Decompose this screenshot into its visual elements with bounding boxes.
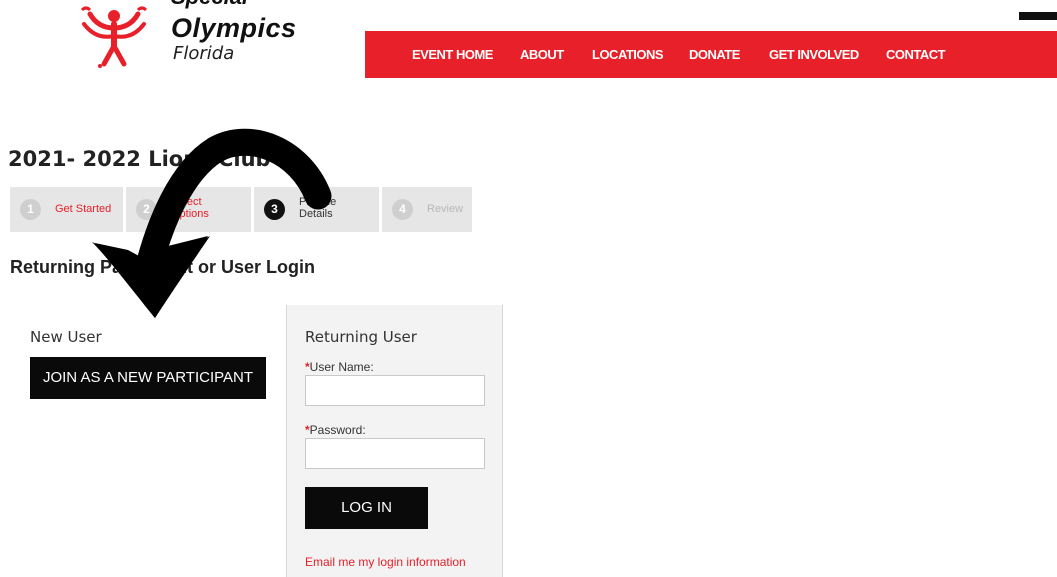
join-new-participant-button[interactable]: JOIN AS A NEW PARTICIPANT (30, 357, 266, 399)
nav-contact[interactable]: CONTACT (886, 47, 946, 62)
step-label: Review (427, 203, 464, 215)
email-login-info-link[interactable]: Email me my login information (305, 555, 466, 569)
nav-get-involved[interactable]: GET INVOLVED (769, 47, 859, 62)
login-button[interactable]: LOG IN (305, 487, 428, 529)
nav-locations[interactable]: LOCATIONS (592, 47, 664, 62)
step-label: Select Options (171, 196, 209, 220)
page-title: 2021- 2022 Lions Club (8, 147, 271, 171)
nav-about[interactable]: ABOUT (520, 47, 564, 62)
login-section-heading: Returning Participant or User Login (10, 257, 316, 277)
step-review: 4 Review (382, 187, 472, 232)
step-get-started[interactable]: 1 Get Started (10, 187, 123, 232)
step-number: 3 (264, 199, 285, 220)
new-user-label: New User (30, 328, 102, 346)
logo-line-special: Special (171, 0, 248, 10)
logo-line-florida: Florida (173, 43, 235, 64)
username-label: *User Name: (305, 360, 374, 374)
step-number: 1 (20, 199, 41, 220)
nav-event-home[interactable]: EVENT HOME (412, 47, 493, 62)
menu-toggle-bar[interactable] (1019, 12, 1057, 20)
password-label-text: Password: (309, 423, 366, 437)
step-select-options[interactable]: 2 Select Options (126, 187, 251, 232)
step-label: Provide Details (299, 196, 337, 220)
step-provide-details[interactable]: 3 Provide Details (254, 187, 379, 232)
username-label-text: User Name: (309, 360, 374, 374)
nav-donate[interactable]: DONATE (689, 47, 740, 62)
special-olympics-figure-icon (80, 6, 148, 68)
step-number: 2 (136, 199, 157, 220)
curved-arrow-icon (92, 128, 332, 318)
logo-line-olympics: Olympics (171, 13, 297, 43)
password-label: *Password: (305, 423, 366, 437)
returning-user-panel: Returning User *User Name: *Password: LO… (286, 305, 503, 577)
main-nav: EVENT HOME ABOUT LOCATIONS DONATE GET IN… (365, 31, 1057, 78)
site-logo[interactable]: Special Olympics Florida (78, 0, 308, 72)
password-input[interactable] (305, 438, 485, 469)
returning-user-title: Returning User (305, 328, 417, 346)
username-input[interactable] (305, 375, 485, 406)
step-number: 4 (392, 199, 413, 220)
step-label: Get Started (55, 203, 112, 215)
